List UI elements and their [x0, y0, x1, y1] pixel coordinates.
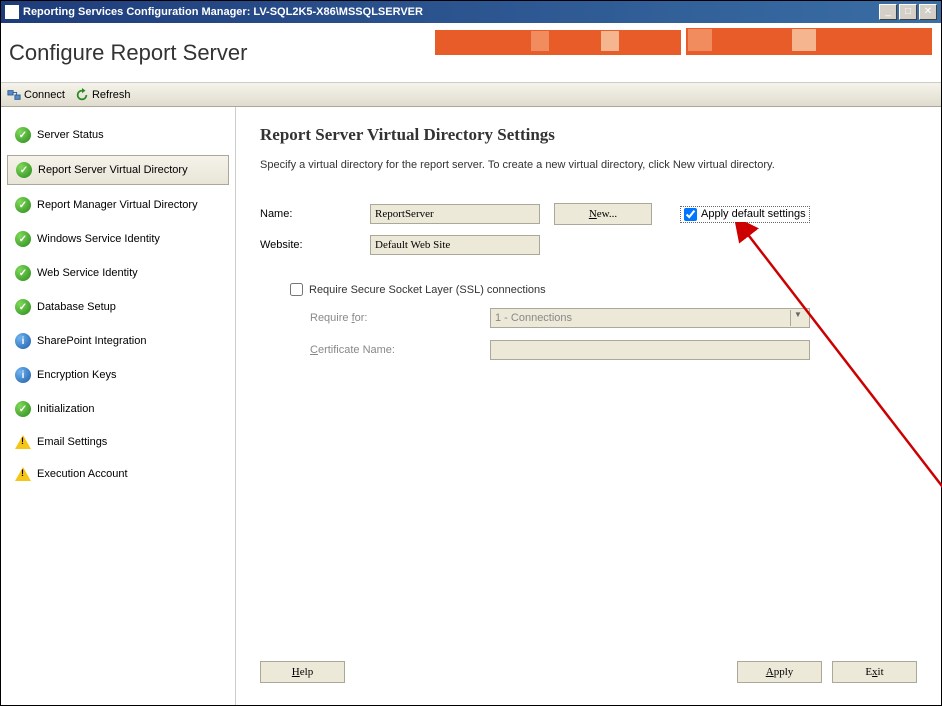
- apply-default-label: Apply default settings: [701, 208, 806, 220]
- connect-button[interactable]: Connect: [7, 88, 65, 102]
- header-title: Configure Report Server: [9, 40, 247, 66]
- refresh-label: Refresh: [92, 89, 131, 101]
- name-input[interactable]: [370, 204, 540, 224]
- sidebar-item-windows-service-identity[interactable]: ✓ Windows Service Identity: [7, 225, 229, 253]
- page-description: Specify a virtual directory for the repo…: [260, 159, 917, 171]
- sidebar-item-email-settings[interactable]: Email Settings: [7, 429, 229, 455]
- sidebar-item-database-setup[interactable]: ✓ Database Setup: [7, 293, 229, 321]
- check-icon: ✓: [15, 299, 31, 315]
- check-icon: ✓: [15, 197, 31, 213]
- check-icon: ✓: [15, 127, 31, 143]
- cert-input: [490, 340, 810, 360]
- apply-button[interactable]: Apply: [737, 661, 822, 683]
- warning-icon: [15, 467, 31, 481]
- chevron-down-icon: ▼: [790, 310, 805, 326]
- toolbar: Connect Refresh: [1, 83, 941, 107]
- ssl-checkbox[interactable]: [290, 283, 303, 296]
- main-panel: Report Server Virtual Directory Settings…: [236, 107, 941, 705]
- sidebar-item-label: Windows Service Identity: [37, 233, 160, 245]
- sidebar-item-label: Web Service Identity: [37, 267, 138, 279]
- sidebar-item-report-server-virtual-directory[interactable]: ✓ Report Server Virtual Directory: [7, 155, 229, 185]
- sidebar-item-label: Database Setup: [37, 301, 116, 313]
- sidebar-item-label: Report Manager Virtual Directory: [37, 199, 198, 211]
- new-button[interactable]: New...: [554, 203, 652, 225]
- sidebar: ✓ Server Status ✓ Report Server Virtual Dir…: [1, 107, 236, 705]
- sidebar-item-label: Report Server Virtual Directory: [38, 164, 188, 176]
- close-button[interactable]: ✕: [919, 4, 937, 20]
- refresh-icon: [75, 88, 89, 102]
- check-icon: ✓: [15, 231, 31, 247]
- sidebar-item-label: Email Settings: [37, 436, 107, 448]
- connect-label: Connect: [24, 89, 65, 101]
- window-title: Reporting Services Configuration Manager…: [23, 6, 879, 18]
- minimize-button[interactable]: _: [879, 4, 897, 20]
- app-icon: [5, 5, 19, 19]
- refresh-button[interactable]: Refresh: [75, 88, 131, 102]
- sidebar-item-execution-account[interactable]: Execution Account: [7, 461, 229, 487]
- footer: Help Apply Exit: [260, 651, 917, 693]
- cert-label: Certificate Name:: [310, 344, 490, 356]
- ssl-section: Require Secure Socket Layer (SSL) connec…: [290, 283, 917, 372]
- sidebar-item-label: Encryption Keys: [37, 369, 116, 381]
- check-icon: ✓: [15, 265, 31, 281]
- sidebar-item-server-status[interactable]: ✓ Server Status: [7, 121, 229, 149]
- require-for-label: Require for:: [310, 312, 490, 324]
- sidebar-item-label: Initialization: [37, 403, 94, 415]
- window-controls: _ □ ✕: [879, 4, 937, 20]
- help-button[interactable]: Help: [260, 661, 345, 683]
- require-for-select: 1 - Connections ▼: [490, 308, 810, 328]
- apply-default-row: Apply default settings: [680, 206, 810, 223]
- name-row: Name: New... Apply default settings: [260, 203, 917, 225]
- content: ✓ Server Status ✓ Report Server Virtual Dir…: [1, 107, 941, 705]
- connect-icon: [7, 88, 21, 102]
- website-row: Website:: [260, 235, 917, 255]
- brand-graphic: [434, 27, 933, 56]
- sidebar-item-encryption-keys[interactable]: i Encryption Keys: [7, 361, 229, 389]
- info-icon: i: [15, 367, 31, 383]
- website-input[interactable]: [370, 235, 540, 255]
- page-title: Report Server Virtual Directory Settings: [260, 125, 917, 145]
- sidebar-item-sharepoint-integration[interactable]: i SharePoint Integration: [7, 327, 229, 355]
- sidebar-item-label: Server Status: [37, 129, 104, 141]
- header: Configure Report Server: [1, 23, 941, 83]
- ssl-label: Require Secure Socket Layer (SSL) connec…: [309, 284, 546, 296]
- maximize-button[interactable]: □: [899, 4, 917, 20]
- app-window: Reporting Services Configuration Manager…: [0, 0, 942, 706]
- website-label: Website:: [260, 239, 370, 251]
- sidebar-item-label: Execution Account: [37, 468, 128, 480]
- warning-icon: [15, 435, 31, 449]
- require-for-value: 1 - Connections: [495, 312, 572, 324]
- check-icon: ✓: [15, 401, 31, 417]
- name-label: Name:: [260, 208, 370, 220]
- sidebar-item-label: SharePoint Integration: [37, 335, 146, 347]
- exit-button[interactable]: Exit: [832, 661, 917, 683]
- sidebar-item-web-service-identity[interactable]: ✓ Web Service Identity: [7, 259, 229, 287]
- apply-default-checkbox[interactable]: [684, 208, 697, 221]
- check-icon: ✓: [16, 162, 32, 178]
- sidebar-item-report-manager-virtual-directory[interactable]: ✓ Report Manager Virtual Directory: [7, 191, 229, 219]
- info-icon: i: [15, 333, 31, 349]
- sidebar-item-initialization[interactable]: ✓ Initialization: [7, 395, 229, 423]
- titlebar: Reporting Services Configuration Manager…: [1, 1, 941, 23]
- annotation-arrow: [716, 222, 942, 592]
